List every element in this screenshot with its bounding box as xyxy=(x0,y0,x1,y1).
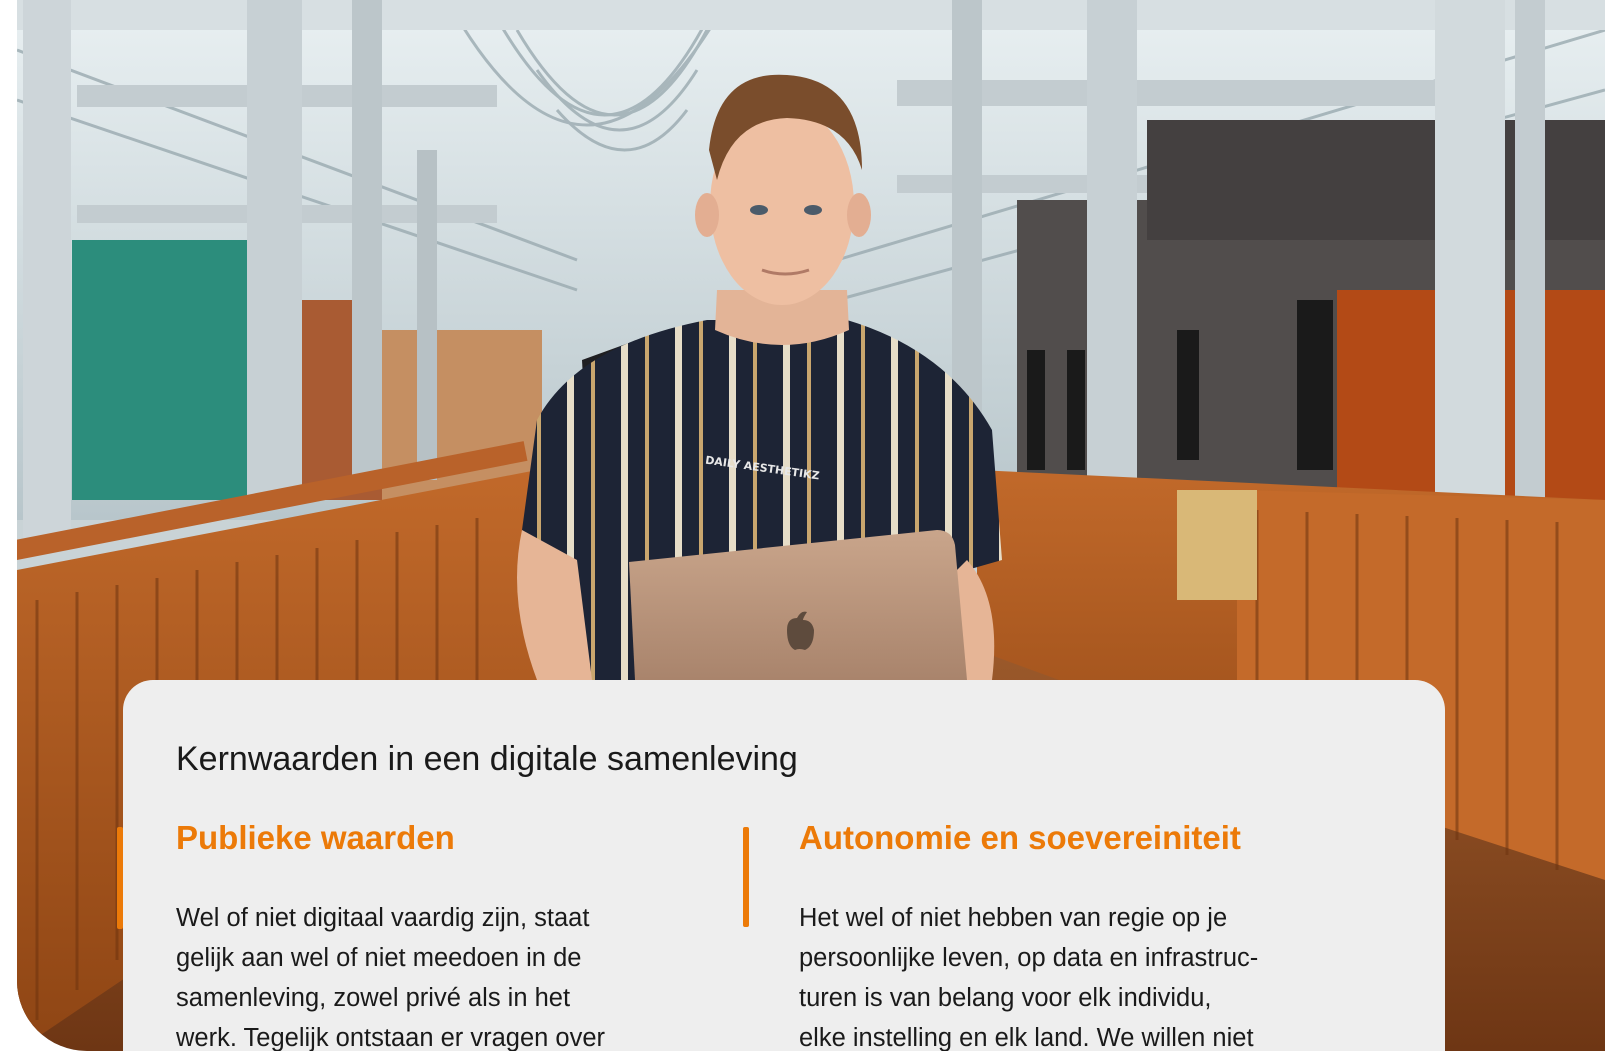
column-autonomie: Autonomie en soevereiniteit Het wel of n… xyxy=(799,819,1359,1051)
body-line: Het wel of niet hebben van regie op je xyxy=(799,904,1228,933)
body-line: persoonlijke leven, op data en infrastru… xyxy=(799,944,1259,973)
body-line: Wel of niet digitaal vaardig zijn, staat xyxy=(176,904,590,933)
body-line: gelijk aan wel of niet meedoen in de xyxy=(176,944,582,973)
body-line: werk. Tegelijk ontstaan er vragen over xyxy=(176,1024,606,1051)
column-heading: Autonomie en soevereiniteit xyxy=(799,819,1241,856)
body-line: elke instelling en elk land. We willen n… xyxy=(799,1024,1254,1051)
page: DAILY AESTHETIKZ Kernwaarden in een digi… xyxy=(0,0,1605,1051)
column-heading: Publieke waarden xyxy=(176,819,455,856)
column-body: Het wel of niet hebben van regie op je p… xyxy=(799,898,1359,1051)
card-title: Kernwaarden in een digitale samenleving xyxy=(176,740,798,778)
body-line: samenleving, zowel privé als in het xyxy=(176,984,571,1013)
column-divider-accent xyxy=(743,827,749,927)
body-line: turen is van belang voor elk individu, xyxy=(799,984,1212,1013)
column-publieke-waarden: Publieke waarden Wel of niet digitaal va… xyxy=(176,819,736,1051)
left-accent-bar xyxy=(117,827,123,929)
content-card: Kernwaarden in een digitale samenleving … xyxy=(117,680,1445,1051)
column-body: Wel of niet digitaal vaardig zijn, staat… xyxy=(176,898,736,1051)
